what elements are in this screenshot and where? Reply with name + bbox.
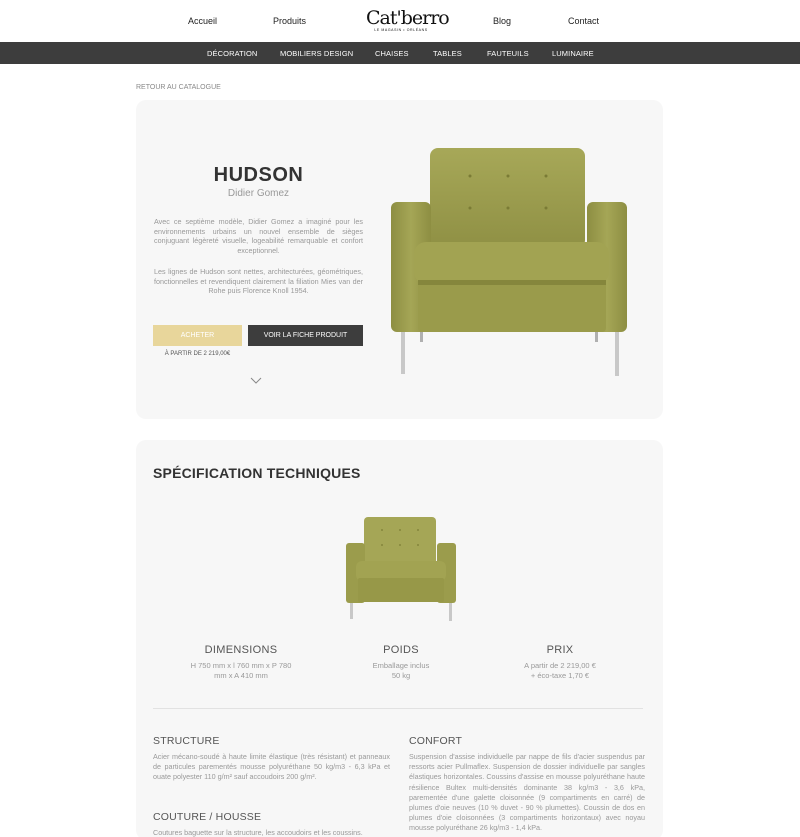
top-navigation: Accueil Produits Cat'berro LE MAGASIN • … — [0, 0, 800, 42]
category-luminaire[interactable]: LUMINAIRE — [552, 49, 594, 58]
category-bar: DÉCORATION MOBILIERS DESIGN CHAISES TABL… — [0, 42, 800, 64]
comfort-text: Suspension d'assise individuelle par nap… — [409, 752, 645, 833]
weight-stat: POIDS Emballage inclus 50 kg — [321, 644, 481, 681]
product-title: HUDSON — [213, 164, 304, 186]
cover-heading: COUTURE / HOUSSE — [153, 811, 262, 823]
divider — [153, 708, 643, 709]
nav-blog-link[interactable]: Blog — [493, 16, 511, 26]
specifications-title: SPÉCIFICATION TECHNIQUES — [153, 465, 361, 481]
specifications-card: SPÉCIFICATION TECHNIQUES DIMENSIONS H 75… — [136, 440, 663, 837]
category-mobiliers-design[interactable]: MOBILIERS DESIGN — [280, 49, 353, 58]
price-from: À PARTIR DE 2 219,00€ — [164, 351, 231, 357]
dimensions-value-line2: mm x A 410 mm — [214, 671, 268, 680]
price-value-line2: + éco-taxe 1,70 € — [530, 671, 590, 680]
nav-contact-link[interactable]: Contact — [568, 16, 599, 26]
product-description-2: Les lignes de Hudson sont nettes, archit… — [154, 267, 363, 295]
product-card: HUDSON Didier Gomez Avec ce septième mod… — [136, 100, 663, 419]
price-stat: PRIX A partir de 2 219,00 € + éco-taxe 1… — [480, 644, 640, 681]
logo-subtitle: LE MAGASIN • ORLÉANS — [374, 28, 428, 32]
cover-text: Coutures baguette sur la structure, les … — [153, 828, 363, 837]
nav-products-link[interactable]: Produits — [273, 16, 306, 26]
logo-text: Cat'berro — [366, 7, 450, 29]
logo[interactable]: Cat'berro LE MAGASIN • ORLÉANS — [366, 7, 450, 32]
weight-value-line2: 50 kg — [391, 671, 411, 680]
price-value-line1: A partir de 2 219,00 € — [524, 661, 596, 670]
weight-label: POIDS — [383, 644, 419, 656]
chevron-down-icon[interactable] — [250, 376, 262, 386]
dimensions-stat: DIMENSIONS H 750 mm x l 760 mm x P 780 m… — [161, 644, 321, 681]
dimensions-label: DIMENSIONS — [204, 644, 278, 656]
product-designer: Didier Gomez — [227, 188, 290, 199]
category-tables[interactable]: TABLES — [433, 49, 462, 58]
product-thumbnail — [346, 517, 456, 621]
product-description-1: Avec ce septième modèle, Didier Gomez a … — [154, 217, 363, 255]
weight-value-line1: Emballage inclus — [372, 661, 430, 670]
price-label: PRIX — [546, 644, 574, 656]
structure-heading: STRUCTURE — [153, 735, 220, 747]
category-decoration[interactable]: DÉCORATION — [207, 49, 257, 58]
category-chaises[interactable]: CHAISES — [375, 49, 409, 58]
dimensions-value-line1: H 750 mm x l 760 mm x P 780 — [190, 661, 292, 670]
buy-button[interactable]: ACHETER — [153, 325, 242, 346]
product-image — [391, 148, 627, 376]
back-to-catalogue-link[interactable]: RETOUR AU CATALOGUE — [136, 84, 221, 91]
nav-home-link[interactable]: Accueil — [188, 16, 217, 26]
category-fauteuils[interactable]: FAUTEUILS — [487, 49, 529, 58]
product-sheet-button[interactable]: VOIR LA FICHE PRODUIT — [248, 325, 363, 346]
structure-text: Acier mécano-soudé à haute limite élasti… — [153, 752, 390, 782]
comfort-heading: CONFORT — [409, 735, 463, 747]
